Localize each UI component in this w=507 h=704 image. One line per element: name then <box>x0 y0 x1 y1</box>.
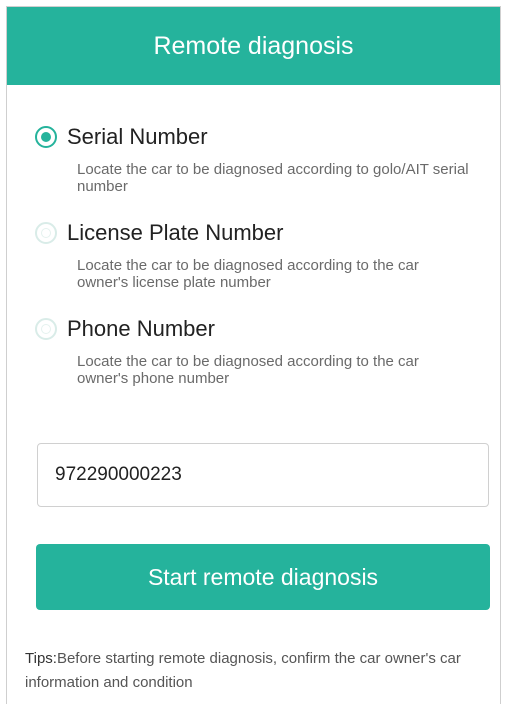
serial-number-label: Serial Number <box>67 124 208 149</box>
license-plate-radio[interactable] <box>35 222 57 244</box>
search-method-options: Serial Number Locate the car to be diagn… <box>7 85 500 387</box>
phone-number-description: Locate the car to be diagnosed according… <box>77 353 419 387</box>
start-button-label: Start remote diagnosis <box>147 563 379 590</box>
license-plate-description: Locate the car to be diagnosed according… <box>77 257 419 291</box>
page-title: Remote diagnosis <box>153 31 354 60</box>
serial-number-radio[interactable] <box>35 126 57 148</box>
identifier-field[interactable] <box>37 443 489 507</box>
license-plate-label: License Plate Number <box>67 220 284 245</box>
identifier-input[interactable] <box>53 463 488 487</box>
tips-label: Tips: <box>25 650 57 667</box>
option-serial-number[interactable]: Serial Number Locate the car to be diagn… <box>35 121 500 195</box>
option-license-plate-number[interactable]: License Plate Number Locate the car to b… <box>35 217 500 291</box>
phone-number-label: Phone Number <box>67 316 215 341</box>
tips-text: Tips:Before starting remote diagnosis, c… <box>25 647 480 695</box>
header-bar: Remote diagnosis <box>7 7 500 85</box>
serial-number-description: Locate the car to be diagnosed according… <box>77 161 469 195</box>
phone-number-radio[interactable] <box>35 318 57 340</box>
start-remote-diagnosis-button[interactable]: Start remote diagnosis <box>36 544 490 610</box>
tips-body: Before starting remote diagnosis, confir… <box>25 650 461 691</box>
remote-diagnosis-screen: Remote diagnosis Serial Number Locate th… <box>6 6 501 704</box>
option-phone-number[interactable]: Phone Number Locate the car to be diagno… <box>35 313 500 387</box>
